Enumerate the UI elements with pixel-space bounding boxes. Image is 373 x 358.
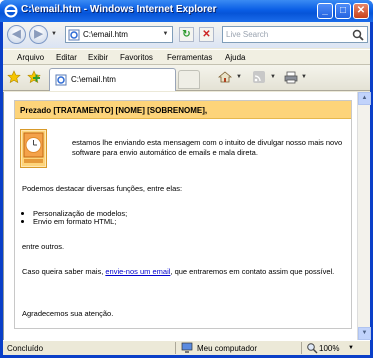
stop-button[interactable]: ✕ bbox=[199, 27, 214, 42]
browser-window: C:\email.htm - Windows Internet Explorer… bbox=[0, 0, 373, 358]
page-icon bbox=[55, 74, 67, 86]
back-button[interactable]: ◀ bbox=[7, 25, 26, 44]
title-bar[interactable]: C:\email.htm - Windows Internet Explorer… bbox=[0, 0, 373, 22]
contact-email-link[interactable]: envie-nos um email bbox=[105, 267, 170, 276]
tab-label: C:\email.htm bbox=[71, 75, 116, 84]
maximize-button[interactable]: □ bbox=[335, 3, 351, 19]
menu-exibir[interactable]: Exibir bbox=[88, 53, 108, 62]
home-icon[interactable] bbox=[218, 70, 232, 84]
address-dropdown-icon[interactable]: ▼ bbox=[160, 28, 171, 41]
contact-paragraph: Caso queira saber mais, envie-nos um ema… bbox=[22, 267, 342, 277]
contact-suffix: , que entraremos em contato assim que po… bbox=[170, 267, 335, 276]
clock-document-icon bbox=[20, 129, 47, 168]
address-bar[interactable]: C:\email.htm ▼ bbox=[65, 26, 173, 43]
menu-editar[interactable]: Editar bbox=[56, 53, 77, 62]
email-body: Prezado [TRATAMENTO] [NOME] [SOBRENOME],… bbox=[14, 100, 352, 329]
forward-button[interactable]: ▶ bbox=[29, 25, 48, 44]
others-text: entre outros. bbox=[22, 242, 65, 251]
computer-icon bbox=[181, 342, 193, 353]
vertical-scrollbar[interactable]: ▲ ▼ bbox=[357, 92, 371, 340]
recent-pages-dropdown[interactable]: ▼ bbox=[51, 31, 57, 37]
tab-bar: C:\email.htm ▼ ▼ ▼ bbox=[3, 65, 370, 91]
menu-favoritos[interactable]: Favoritos bbox=[120, 53, 153, 62]
favorites-star-icon[interactable] bbox=[7, 70, 21, 84]
scroll-up-button[interactable]: ▲ bbox=[358, 92, 371, 105]
zoom-dropdown-icon[interactable]: ▼ bbox=[348, 345, 354, 351]
menu-ajuda[interactable]: Ajuda bbox=[225, 53, 245, 62]
print-icon[interactable] bbox=[284, 70, 298, 84]
status-separator bbox=[301, 342, 302, 354]
feeds-dropdown-icon[interactable]: ▼ bbox=[270, 74, 276, 80]
status-text: Concluído bbox=[7, 344, 44, 353]
contact-prefix: Caso queira saber mais, bbox=[22, 267, 106, 276]
window-title: C:\email.htm - Windows Internet Explorer bbox=[21, 4, 217, 15]
menu-bar: Arquivo Editar Exibir Favoritos Ferramen… bbox=[3, 49, 370, 65]
zoom-icon[interactable] bbox=[306, 342, 318, 354]
window-frame: ◀ ▶ ▼ C:\email.htm ▼ ↻ ✕ Live Search Arq… bbox=[3, 22, 371, 355]
menu-arquivo[interactable]: Arquivo bbox=[17, 53, 44, 62]
print-dropdown-icon[interactable]: ▼ bbox=[301, 74, 307, 80]
feeds-icon[interactable] bbox=[252, 70, 266, 84]
close-button[interactable]: ✕ bbox=[353, 3, 369, 19]
features-intro: Podemos destacar diversas funções, entre… bbox=[22, 184, 183, 193]
feature-text: Envio em formato HTML; bbox=[33, 217, 117, 226]
refresh-button[interactable]: ↻ bbox=[179, 27, 194, 42]
address-text[interactable]: C:\email.htm bbox=[83, 30, 128, 39]
status-bar: Concluído Meu computador 100% ▼ bbox=[3, 340, 370, 355]
home-dropdown-icon[interactable]: ▼ bbox=[236, 74, 242, 80]
page-icon bbox=[68, 29, 80, 41]
navigation-bar: ◀ ▶ ▼ C:\email.htm ▼ ↻ ✕ Live Search bbox=[3, 22, 370, 48]
search-box[interactable]: Live Search bbox=[222, 26, 368, 43]
email-header-band: Prezado [TRATAMENTO] [NOME] [SOBRENOME], bbox=[15, 101, 351, 119]
new-tab-button[interactable] bbox=[178, 70, 200, 89]
search-icon[interactable] bbox=[351, 28, 365, 42]
intro-paragraph: estamos lhe enviando esta mensagem com o… bbox=[72, 138, 343, 157]
minimize-button[interactable]: _ bbox=[317, 3, 333, 19]
scroll-down-button[interactable]: ▼ bbox=[358, 327, 371, 340]
greeting-line: Prezado [TRATAMENTO] [NOME] [SOBRENOME], bbox=[20, 106, 208, 115]
add-favorite-icon[interactable] bbox=[27, 70, 41, 84]
thanks-paragraph: Agradecemos sua atenção. bbox=[22, 309, 114, 318]
ie-logo-icon bbox=[4, 4, 18, 18]
page-content[interactable]: Prezado [TRATAMENTO] [NOME] [SOBRENOME],… bbox=[3, 92, 357, 340]
status-separator bbox=[175, 342, 176, 354]
security-zone-text[interactable]: Meu computador bbox=[197, 344, 257, 353]
search-placeholder[interactable]: Live Search bbox=[226, 30, 268, 39]
menu-ferramentas[interactable]: Ferramentas bbox=[167, 53, 212, 62]
bullet-dot bbox=[21, 212, 24, 215]
bullet-dot bbox=[21, 220, 24, 223]
zoom-level[interactable]: 100% bbox=[319, 344, 339, 353]
tab-email[interactable]: C:\email.htm bbox=[49, 68, 176, 91]
